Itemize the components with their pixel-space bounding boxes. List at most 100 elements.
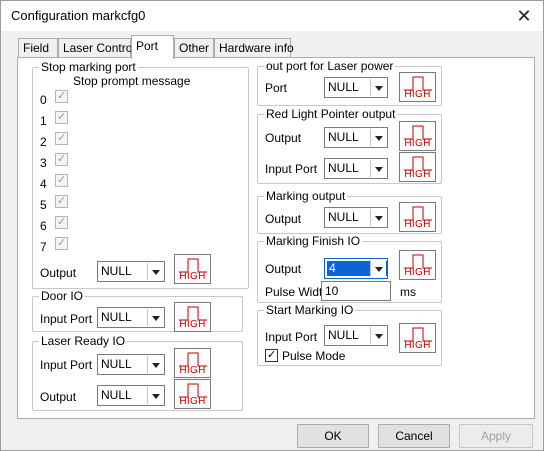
- start-marking-input-label: Input Port: [265, 330, 318, 344]
- stop-port-checkbox[interactable]: ✓: [55, 153, 68, 166]
- red-light-group: Red Light Pointer output Output NULL HIG…: [257, 107, 442, 184]
- cancel-button[interactable]: Cancel: [378, 424, 450, 448]
- port-tab-panel: Stop marking port Stop prompt message 0 …: [17, 57, 535, 419]
- door-input-select[interactable]: NULL: [97, 307, 165, 328]
- laser-ready-output-level-button[interactable]: HIGH: [174, 379, 211, 409]
- ok-button[interactable]: OK: [297, 424, 369, 448]
- marking-finish-output-select[interactable]: 4: [324, 258, 388, 279]
- check-icon: ✓: [57, 174, 67, 186]
- laser-power-title: out port for Laser power: [264, 59, 396, 73]
- start-marking-title: Start Marking IO: [264, 303, 356, 317]
- stop-port-number: 3: [40, 156, 47, 170]
- pulse-width-input[interactable]: 10: [321, 281, 391, 301]
- pulse-width-unit: ms: [400, 285, 416, 299]
- stop-port-checkbox[interactable]: ✓: [55, 90, 68, 103]
- laser-ready-input-level-button[interactable]: HIGH: [174, 348, 211, 378]
- chevron-down-icon: [147, 387, 163, 404]
- door-input-label: Input Port: [40, 312, 93, 326]
- chevron-down-icon: [147, 309, 163, 326]
- stop-port-number: 0: [40, 93, 47, 107]
- stop-marking-group: Stop marking port Stop prompt message 0 …: [32, 60, 249, 289]
- pulse-mode-checkbox[interactable]: ✓: [265, 349, 278, 362]
- stop-output-level-button[interactable]: HIGH: [174, 254, 211, 284]
- check-icon: ✓: [57, 111, 67, 123]
- tab-hardware-info[interactable]: Hardware info: [214, 38, 294, 58]
- stop-port-number: 6: [40, 219, 47, 233]
- stop-port-number: 7: [40, 240, 47, 254]
- chevron-down-icon: [370, 129, 386, 146]
- start-marking-group: Start Marking IO Input Port NULL HIGH ✓ …: [257, 303, 442, 366]
- stop-prompt-label: Stop prompt message: [73, 74, 191, 88]
- laser-ready-group: Laser Ready IO Input Port NULL HIGH Outp…: [32, 334, 243, 411]
- red-light-input-level-button[interactable]: HIGH: [399, 152, 436, 182]
- chevron-down-icon: [370, 79, 386, 96]
- red-light-output-select[interactable]: NULL: [324, 127, 388, 148]
- check-icon: ✓: [57, 132, 67, 144]
- laser-ready-output-label: Output: [40, 390, 77, 404]
- red-light-output-label: Output: [265, 131, 302, 145]
- stop-marking-title: Stop marking port: [39, 60, 138, 74]
- marking-finish-output-label: Output: [265, 262, 302, 276]
- stop-port-checkbox[interactable]: ✓: [55, 111, 68, 124]
- check-icon: ✓: [57, 237, 67, 249]
- chevron-down-icon: [370, 327, 386, 344]
- pulse-width-label: Pulse Width: [265, 285, 330, 299]
- marking-finish-level-button[interactable]: HIGH: [399, 250, 436, 280]
- door-input-level-button[interactable]: HIGH: [174, 302, 211, 332]
- configuration-dialog: Configuration markcfg0 ✕ Field Laser Con…: [0, 0, 544, 451]
- tab-laser-control[interactable]: Laser Contro: [58, 38, 132, 58]
- marking-finish-group: Marking Finish IO Output 4 HIGH Pulse Wi…: [257, 234, 442, 303]
- stop-output-select[interactable]: NULL: [97, 261, 165, 282]
- stop-port-checkbox[interactable]: ✓: [55, 132, 68, 145]
- stop-output-label: Output: [40, 266, 77, 280]
- laser-ready-input-select[interactable]: NULL: [97, 354, 165, 375]
- chevron-down-icon: [370, 209, 386, 226]
- marking-output-label: Output: [265, 212, 302, 226]
- laser-power-group: out port for Laser power Port NULL HIGH: [257, 59, 442, 106]
- chevron-down-icon: [147, 263, 163, 280]
- stop-port-checkbox[interactable]: ✓: [55, 174, 68, 187]
- laser-power-port-select[interactable]: NULL: [324, 77, 388, 98]
- stop-port-number: 4: [40, 177, 47, 191]
- tab-field[interactable]: Field: [18, 38, 58, 58]
- laser-power-port-label: Port: [265, 81, 288, 95]
- marking-output-group: Marking output Output NULL HIGH: [257, 189, 442, 234]
- marking-output-level-button[interactable]: HIGH: [399, 202, 436, 232]
- apply-button[interactable]: Apply: [459, 424, 533, 448]
- pulse-mode-label: Pulse Mode: [282, 349, 346, 363]
- marking-finish-title: Marking Finish IO: [264, 234, 363, 248]
- start-marking-input-select[interactable]: NULL: [324, 325, 388, 346]
- check-icon: ✓: [57, 90, 67, 102]
- check-icon: ✓: [57, 195, 67, 207]
- laser-ready-input-label: Input Port: [40, 358, 93, 372]
- check-icon: ✓: [57, 153, 67, 165]
- door-io-group: Door IO Input Port NULL HIGH: [32, 289, 243, 332]
- tab-port[interactable]: Port: [131, 35, 174, 59]
- stop-port-number: 2: [40, 135, 47, 149]
- door-io-title: Door IO: [39, 289, 86, 303]
- laser-ready-title: Laser Ready IO: [39, 334, 128, 348]
- laser-power-level-button[interactable]: HIGH: [399, 72, 436, 102]
- marking-output-title: Marking output: [264, 189, 348, 203]
- stop-port-number: 1: [40, 114, 47, 128]
- red-light-input-label: Input Port: [265, 162, 318, 176]
- laser-ready-output-select[interactable]: NULL: [97, 385, 165, 406]
- close-icon[interactable]: ✕: [513, 5, 535, 27]
- chevron-down-icon: [370, 160, 386, 177]
- chevron-down-icon: [147, 356, 163, 373]
- check-icon: ✓: [267, 349, 277, 361]
- window-title: Configuration markcfg0: [11, 8, 146, 23]
- title-bar: Configuration markcfg0 ✕: [1, 1, 543, 31]
- tab-other[interactable]: Other: [174, 38, 214, 58]
- red-light-title: Red Light Pointer output: [264, 107, 398, 121]
- red-light-input-select[interactable]: NULL: [324, 158, 388, 179]
- red-light-output-level-button[interactable]: HIGH: [399, 121, 436, 151]
- start-marking-level-button[interactable]: HIGH: [399, 323, 436, 353]
- stop-port-checkbox[interactable]: ✓: [55, 216, 68, 229]
- stop-port-checkbox[interactable]: ✓: [55, 195, 68, 208]
- chevron-down-icon: [370, 260, 386, 277]
- check-icon: ✓: [57, 216, 67, 228]
- marking-output-select[interactable]: NULL: [324, 207, 388, 228]
- stop-port-number: 5: [40, 198, 47, 212]
- stop-port-checkbox[interactable]: ✓: [55, 237, 68, 250]
